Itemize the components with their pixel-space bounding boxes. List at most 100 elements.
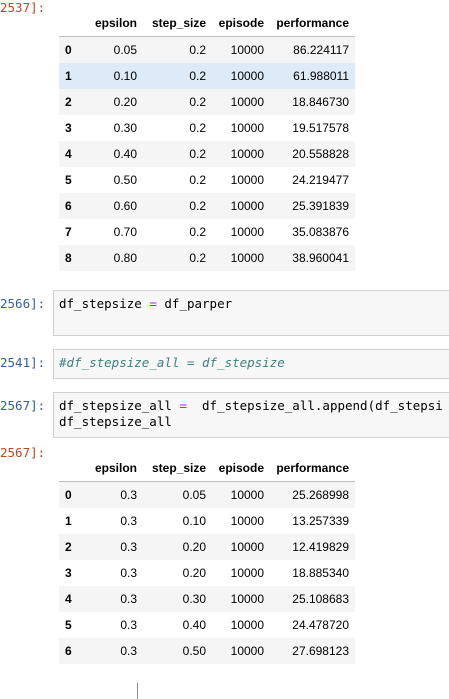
code-token: df_parper [164, 296, 233, 311]
table-cell: 25.268998 [292, 488, 350, 502]
table-cell: 10000 [230, 618, 265, 632]
column-header: episode [212, 455, 271, 482]
row-index: 5 [65, 173, 72, 187]
code-cell[interactable]: #df_stepsize_all = df_stepsize [53, 349, 449, 379]
table-cell: 10000 [230, 95, 265, 109]
table-cell: 0.60 [113, 199, 138, 213]
row-index: 7 [65, 225, 72, 239]
table-cell: 25.108683 [292, 592, 350, 606]
output-prompt: 2537]: [0, 0, 46, 15]
table-cell: 0.2 [189, 43, 207, 57]
dataframe-table: epsilon step_size episode performance 0 … [59, 455, 356, 664]
table-cell: 0.3 [120, 566, 138, 580]
row-index: 8 [65, 251, 72, 265]
table-row: 6 0.60 0.2 10000 25.391839 [59, 193, 356, 219]
dataframe-table: epsilon step_size episode performance 0 … [59, 10, 356, 271]
text-cursor [137, 683, 138, 699]
column-header: step_size [143, 455, 213, 482]
table-cell: 0.50 [182, 644, 207, 658]
code-cell[interactable]: df_stepsize = df_parper [53, 290, 449, 336]
code-comment: #df_stepsize_all = df_stepsize [59, 355, 285, 370]
table-cell: 10000 [230, 173, 265, 187]
table-cell: 18.846730 [292, 95, 350, 109]
row-index: 5 [65, 618, 72, 632]
table-row: 4 0.3 0.30 10000 25.108683 [59, 586, 356, 612]
row-index: 1 [65, 69, 72, 83]
column-header: performance [270, 455, 356, 482]
table-row: 0 0.05 0.2 10000 86.224117 [59, 36, 356, 63]
code-token: df_stepsize_all [59, 414, 172, 429]
input-prompt: 2567]: [0, 398, 46, 413]
table-cell: 0.20 [182, 540, 207, 554]
table-cell: 86.224117 [293, 43, 350, 57]
output-prompt: 2567]: [0, 445, 46, 460]
table-cell: 10000 [230, 592, 265, 606]
table-cell: 20.558828 [292, 147, 350, 161]
index-header [59, 455, 89, 482]
code-cell[interactable]: df_stepsize_all = df_stepsize_all.append… [53, 392, 449, 438]
table-cell: 0.2 [189, 173, 207, 187]
table-cell: 0.2 [189, 121, 207, 135]
row-index: 2 [65, 95, 72, 109]
table-cell: 61.988011 [293, 69, 350, 83]
assign-operator: = [149, 296, 157, 311]
table-cell: 25.391839 [292, 199, 350, 213]
input-prompt: 2566]: [0, 296, 46, 311]
table-cell: 0.10 [113, 69, 138, 83]
table-row: 1 0.3 0.10 10000 13.257339 [59, 508, 355, 534]
table-cell: 10000 [230, 251, 265, 265]
table-cell: 0.2 [189, 147, 207, 161]
table-cell: 0.40 [182, 618, 207, 632]
table-cell: 0.05 [182, 488, 207, 502]
table-cell: 0.3 [120, 618, 138, 632]
table-header-row: epsilon step_size episode performance [59, 10, 356, 37]
table-cell: 24.478720 [292, 618, 350, 632]
table-header-row: epsilon step_size episode performance [59, 455, 356, 482]
column-header: step_size [143, 10, 213, 37]
table-row: 3 0.30 0.2 10000 19.517578 [59, 115, 355, 141]
table-row: 5 0.50 0.2 10000 24.219477 [59, 167, 355, 193]
table-row: 0 0.3 0.05 10000 25.268998 [59, 481, 356, 508]
row-index: 3 [65, 121, 72, 135]
table-cell: 38.960041 [292, 251, 350, 265]
table-cell: 24.219477 [292, 173, 350, 187]
code-token: df_stepsize [59, 296, 142, 311]
row-index: 4 [65, 147, 72, 161]
table-cell: 0.10 [182, 514, 207, 528]
table-row: 5 0.3 0.40 10000 24.478720 [59, 612, 355, 638]
table-cell: 10000 [230, 121, 265, 135]
table-cell: 18.885340 [292, 566, 350, 580]
table-cell: 10000 [230, 514, 265, 528]
table-cell: 0.2 [189, 251, 207, 265]
table-cell: 0.2 [189, 225, 207, 239]
table-cell: 10000 [230, 225, 265, 239]
table-cell: 0.50 [113, 173, 138, 187]
row-index: 6 [65, 199, 72, 213]
table-cell: 35.083876 [292, 225, 350, 239]
table-cell: 0.3 [120, 514, 138, 528]
row-index: 0 [65, 488, 72, 502]
table-cell: 10000 [230, 43, 265, 57]
code-token: df_stepsize_all [59, 398, 172, 413]
table-cell: 10000 [230, 566, 265, 580]
column-header: performance [270, 10, 356, 37]
table-cell: 0.2 [189, 95, 207, 109]
assign-operator: = [179, 398, 187, 413]
table-cell: 19.517578 [292, 121, 350, 135]
table-cell: 0.20 [182, 566, 207, 580]
index-header [59, 10, 89, 37]
table-cell: 10000 [230, 488, 265, 502]
table-cell: 0.2 [189, 69, 207, 83]
table-row: 2 0.3 0.20 10000 12.419829 [59, 534, 356, 560]
table-row: 3 0.3 0.20 10000 18.885340 [59, 560, 355, 586]
table-cell: 0.2 [189, 199, 207, 213]
table-cell: 0.3 [120, 540, 138, 554]
column-header: episode [212, 10, 271, 37]
row-index: 2 [65, 540, 72, 554]
table-cell: 27.698123 [292, 644, 350, 658]
table-cell: 0.05 [113, 43, 138, 57]
table-cell: 0.80 [113, 251, 138, 265]
table-row: 4 0.40 0.2 10000 20.558828 [59, 141, 356, 167]
table-cell: 0.30 [113, 121, 138, 135]
table-cell: 10000 [230, 147, 265, 161]
